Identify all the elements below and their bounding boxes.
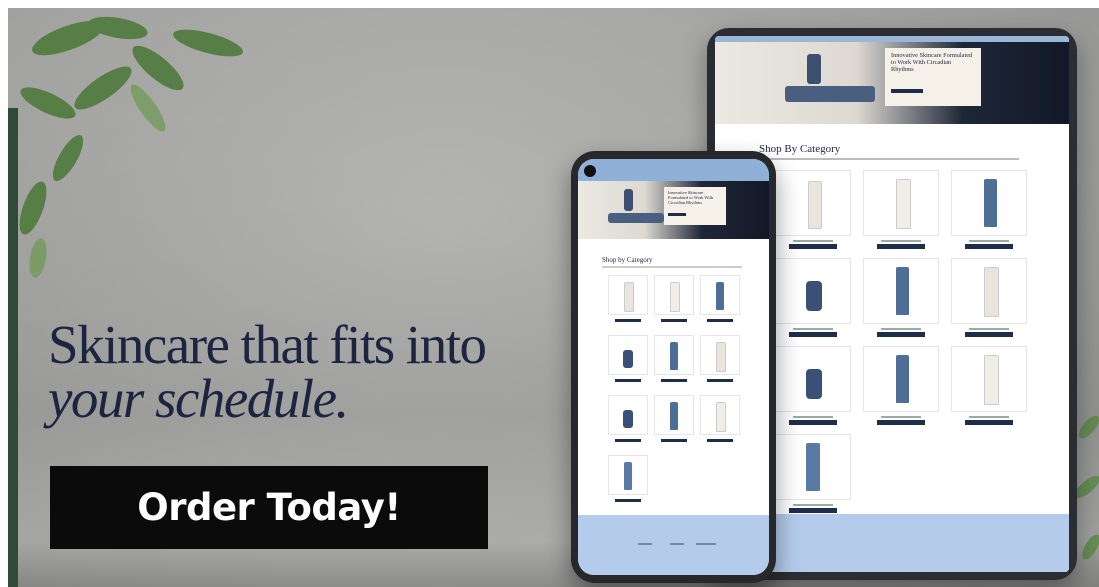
leaf-foliage-icon xyxy=(19,16,243,278)
product-tube-image xyxy=(785,86,875,102)
product-card[interactable] xyxy=(700,275,740,329)
phone-camera-icon xyxy=(584,165,596,177)
phone-hero-title: Innovative Skincare Formulated to Work W… xyxy=(668,190,714,205)
product-card[interactable] xyxy=(700,395,740,449)
phone-mockup: Innovative Skincare Formulated to Work W… xyxy=(571,151,776,583)
tablet-section-subtitle xyxy=(759,158,1019,160)
phone-section-subtitle xyxy=(602,266,742,268)
product-card[interactable] xyxy=(654,335,694,389)
tablet-section-title: Shop By Category xyxy=(759,143,841,155)
product-card[interactable] xyxy=(863,258,939,344)
product-bottle-image xyxy=(807,54,821,84)
product-card[interactable] xyxy=(951,346,1027,432)
tablet-hero: Innovative Skincare Formulated to Work W… xyxy=(715,42,1069,124)
phone-hero: Innovative Skincare Formulated to Work W… xyxy=(578,181,769,239)
headline: Skincare that fits into your schedule. xyxy=(48,314,487,429)
product-card[interactable] xyxy=(700,335,740,389)
order-today-button[interactable]: Order Today! xyxy=(50,466,488,549)
product-card[interactable] xyxy=(654,395,694,449)
headline-line-1: Skincare that fits into xyxy=(48,314,487,375)
product-card[interactable] xyxy=(863,346,939,432)
product-card[interactable] xyxy=(775,258,851,344)
product-card[interactable] xyxy=(951,170,1027,256)
phone-hero-button[interactable] xyxy=(668,213,686,216)
phone-header xyxy=(578,159,769,181)
tablet-hero-title: Innovative Skincare Formulated to Work W… xyxy=(891,52,973,73)
phone-hero-card: Innovative Skincare Formulated to Work W… xyxy=(664,187,726,225)
product-card[interactable] xyxy=(608,395,648,449)
product-card[interactable] xyxy=(608,275,648,329)
phone-footer xyxy=(578,515,769,575)
product-card[interactable] xyxy=(775,170,851,256)
product-tube-image xyxy=(608,213,664,223)
product-card[interactable] xyxy=(608,455,648,509)
tablet-hero-card: Innovative Skincare Formulated to Work W… xyxy=(885,48,981,106)
product-card[interactable] xyxy=(608,335,648,389)
tablet-hero-button[interactable] xyxy=(891,89,923,93)
product-card[interactable] xyxy=(863,170,939,256)
phone-section-title: Shop by Category xyxy=(602,256,653,264)
phone-screen: Innovative Skincare Formulated to Work W… xyxy=(578,159,769,575)
product-card[interactable] xyxy=(775,434,851,520)
headline-line-2: your schedule. xyxy=(48,368,349,429)
product-card[interactable] xyxy=(654,275,694,329)
product-bottle-image xyxy=(624,189,633,211)
product-card[interactable] xyxy=(775,346,851,432)
product-card[interactable] xyxy=(951,258,1027,344)
